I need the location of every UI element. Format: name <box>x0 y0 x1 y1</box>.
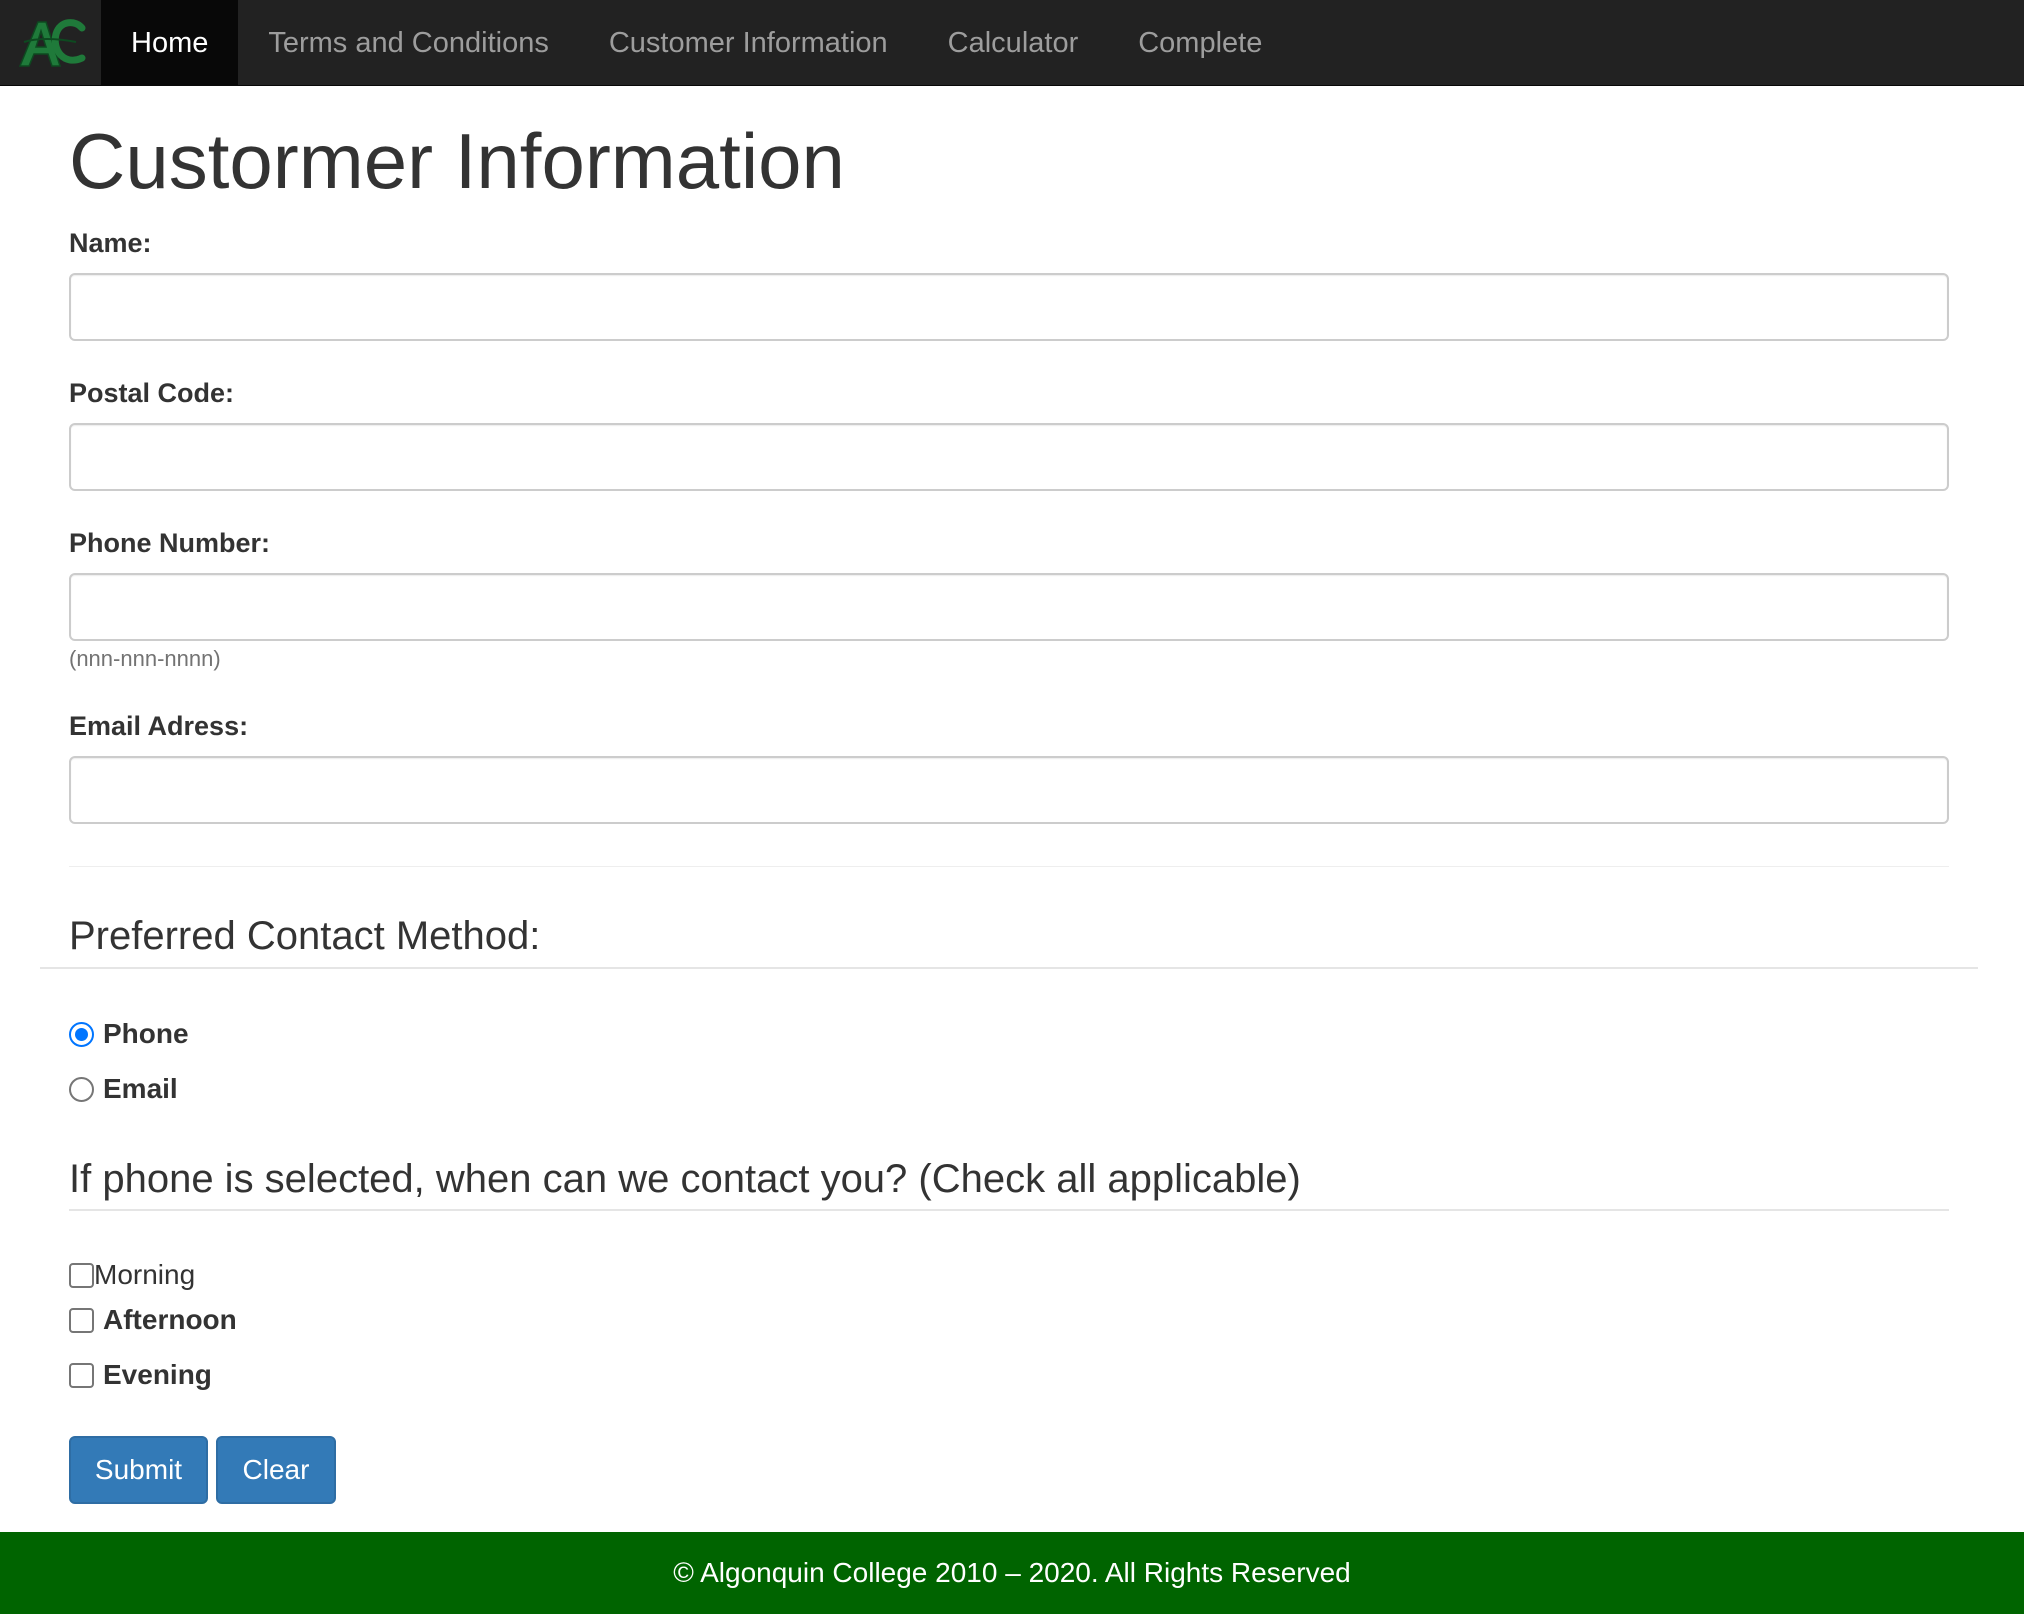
nav-calculator[interactable]: Calculator <box>918 0 1109 86</box>
nav-complete[interactable]: Complete <box>1108 0 1292 86</box>
contact-times-divider <box>69 1209 1949 1211</box>
nav-terms-and-conditions[interactable]: Terms and Conditions <box>238 0 578 86</box>
phone-radio[interactable] <box>69 1021 94 1047</box>
morning-checkbox[interactable] <box>69 1262 94 1288</box>
morning-checkbox-label: Morning <box>94 1259 196 1290</box>
name-label: Name: <box>69 228 152 258</box>
algonquin-logo-icon <box>18 19 85 67</box>
phone-number-input[interactable] <box>69 573 1949 641</box>
evening-checkbox-label: Evening <box>103 1359 212 1390</box>
clear-button[interactable]: Clear <box>216 1436 336 1504</box>
phone-format-hint: (nnn-nnn-nnnn) <box>69 646 221 671</box>
checkbox-option-morning[interactable]: Morning <box>69 1259 195 1291</box>
checkbox-option-afternoon[interactable]: Afternoon <box>69 1304 237 1336</box>
phone-radio-label: Phone <box>103 1018 189 1049</box>
radio-option-email[interactable]: Email <box>69 1073 178 1105</box>
postal-code-label: Postal Code: <box>69 378 235 408</box>
page-footer: © Algonquin College 2010 – 2020. All Rig… <box>0 1532 2024 1614</box>
afternoon-checkbox[interactable] <box>69 1307 94 1333</box>
email-address-label: Email Adress: <box>69 711 249 741</box>
email-address-input[interactable] <box>69 756 1949 824</box>
afternoon-checkbox-label: Afternoon <box>103 1304 237 1335</box>
footer-copyright-text: © Algonquin College 2010 – 2020. All Rig… <box>673 1557 1351 1588</box>
section-divider <box>69 866 1949 867</box>
evening-checkbox[interactable] <box>69 1362 94 1388</box>
name-input[interactable] <box>69 273 1949 341</box>
contact-method-heading: Preferred Contact Method: <box>69 914 541 958</box>
nav-home[interactable]: Home <box>101 0 239 86</box>
top-navbar: Home Terms and Conditions Customer Infor… <box>0 0 2024 86</box>
submit-button[interactable]: Submit <box>69 1436 208 1504</box>
email-radio[interactable] <box>69 1076 94 1102</box>
contact-times-heading: If phone is selected, when can we contac… <box>69 1157 1301 1201</box>
page-title: Custormer Information <box>69 117 845 205</box>
nav-customer-information[interactable]: Customer Information <box>579 0 918 86</box>
postal-code-input[interactable] <box>69 423 1949 491</box>
phone-number-label: Phone Number: <box>69 528 271 558</box>
radio-option-phone[interactable]: Phone <box>69 1018 189 1050</box>
brand-logo[interactable] <box>0 0 101 86</box>
contact-method-divider <box>40 967 1978 969</box>
email-radio-label: Email <box>103 1073 178 1104</box>
checkbox-option-evening[interactable]: Evening <box>69 1359 212 1391</box>
